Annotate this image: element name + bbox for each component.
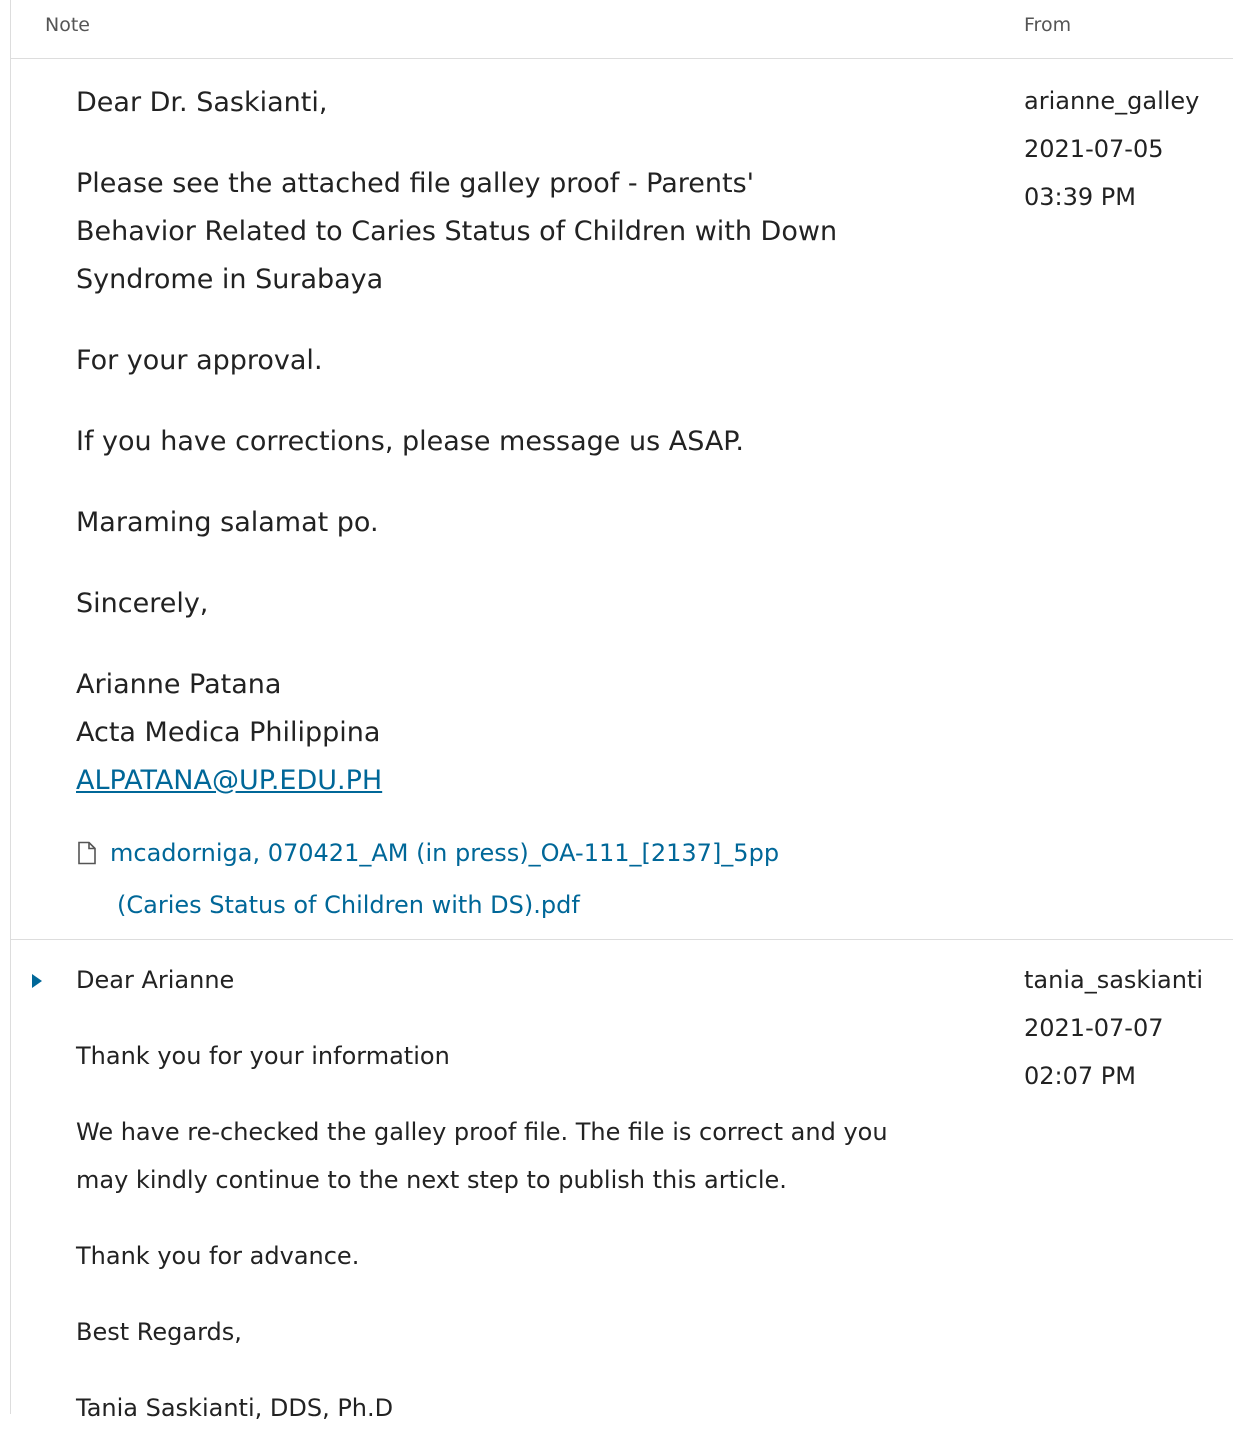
note-contents: Dear Dr. Saskianti, Please see the attac…	[76, 79, 956, 805]
attachment-filename-line1: mcadorniga, 070421_AM (in press)_OA-111_…	[110, 839, 780, 867]
signature-organization: Acta Medica Philippina	[76, 717, 381, 748]
note-paragraph: Thank you for advance.	[76, 1242, 360, 1270]
note-closing: Sincerely,	[76, 588, 209, 619]
note-paragraph: If you have corrections, please message …	[76, 426, 744, 457]
notes-grid: Note From Dear Dr. Saskianti, Please see…	[10, 0, 1233, 1422]
from-username: arianne_galley	[1024, 87, 1200, 115]
signature-name: Tania Saskianti, DDS, Ph.D	[76, 1394, 394, 1422]
from-username: tania_saskianti	[1024, 966, 1203, 994]
note-paragraph: Syndrome in Surabaya	[76, 264, 384, 295]
note-row: Dear Dr. Saskianti, Please see the attac…	[11, 59, 1233, 940]
note-greeting: Dear Arianne	[76, 966, 235, 994]
note-paragraph: Please see the attached file galley proo…	[76, 168, 755, 199]
note-paragraph: Behavior Related to Caries Status of Chi…	[76, 216, 838, 247]
note-time: 02:07 PM	[1024, 1062, 1136, 1090]
column-header-note: Note	[45, 14, 90, 36]
note-greeting: Dear Dr. Saskianti,	[76, 87, 328, 118]
note-paragraph: We have re-checked the galley proof file…	[76, 1118, 888, 1146]
column-header-from: From	[1024, 14, 1072, 36]
note-attachment-link[interactable]: mcadorniga, 070421_AM (in press)_OA-111_…	[76, 829, 876, 929]
note-time: 03:39 PM	[1024, 183, 1136, 211]
note-paragraph: may kindly continue to the next step to …	[76, 1166, 787, 1194]
note-date: 2021-07-05	[1024, 135, 1164, 163]
file-icon	[76, 833, 98, 881]
note-date: 2021-07-07	[1024, 1014, 1164, 1042]
caret-right-icon[interactable]	[32, 974, 42, 988]
note-paragraph: Thank you for your information	[76, 1042, 450, 1070]
signature-name: Arianne Patana	[76, 669, 282, 700]
note-closing: Best Regards,	[76, 1318, 242, 1346]
note-paragraph: For your approval.	[76, 345, 323, 376]
notes-grid-header: Note From	[11, 0, 1233, 59]
note-contents: Dear Arianne Thank you for your informat…	[76, 956, 976, 1432]
note-from: tania_saskianti 2021-07-07 02:07 PM	[1024, 956, 1203, 1100]
signature-email-link[interactable]: ALPATANA@UP.EDU.PH	[76, 765, 382, 796]
note-row: Dear Arianne Thank you for your informat…	[11, 940, 1233, 1422]
attachment-filename-line2: (Caries Status of Children with DS).pdf	[117, 891, 580, 919]
note-from: arianne_galley 2021-07-05 03:39 PM	[1024, 77, 1199, 221]
note-paragraph: Maraming salamat po.	[76, 507, 379, 538]
